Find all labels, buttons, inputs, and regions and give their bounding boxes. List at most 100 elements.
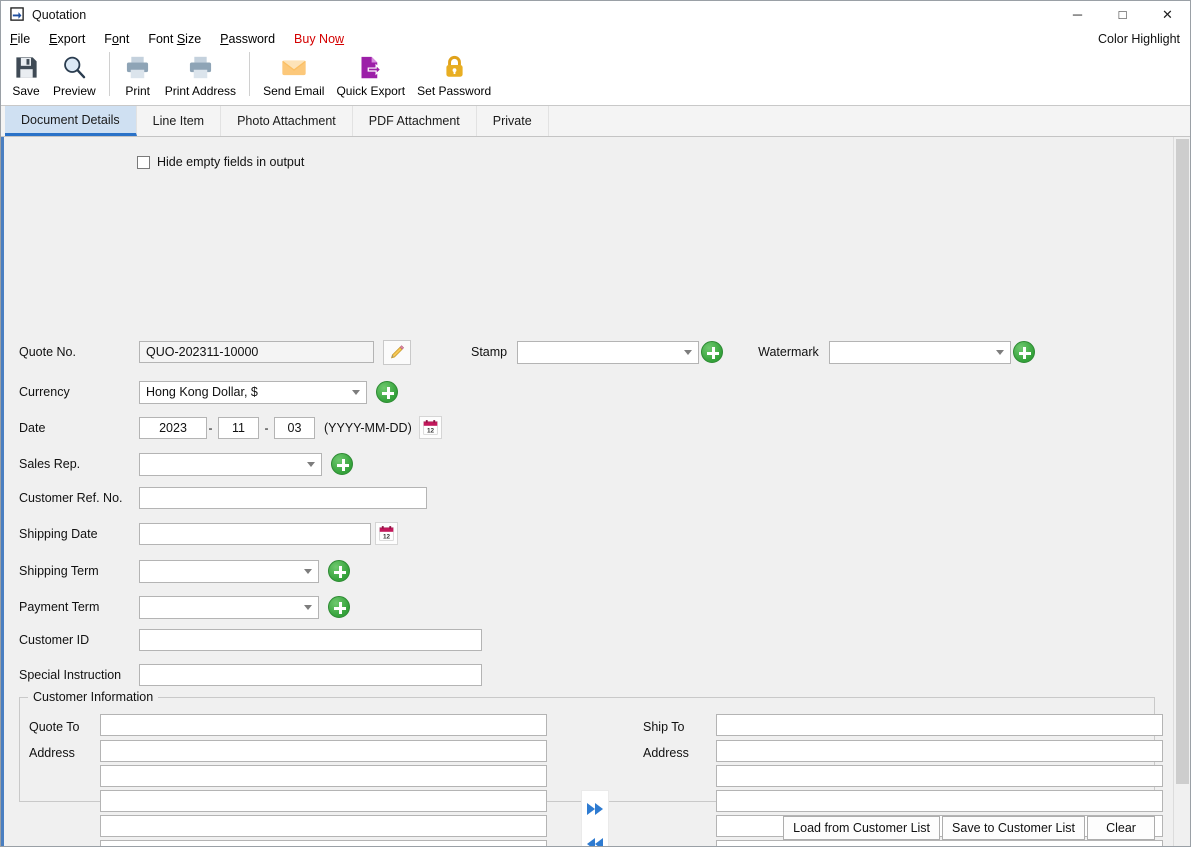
scrollbar-thumb[interactable] <box>1176 139 1189 784</box>
edit-quote-no-button[interactable] <box>383 339 411 365</box>
toolbar-quick-export-button[interactable]: Quick Export <box>330 49 411 98</box>
quote-to-address-line-4[interactable] <box>100 815 547 837</box>
shipping-date-label: Shipping Date <box>19 526 98 541</box>
quote-to-address-line-3[interactable] <box>100 790 547 812</box>
double-arrow-right-icon <box>587 802 595 815</box>
add-currency-button[interactable] <box>374 379 400 405</box>
tab-line-item[interactable]: Line Item <box>137 106 222 136</box>
toolbar-label: Set Password <box>417 84 492 98</box>
tab-document-details[interactable]: Document Details <box>5 106 137 136</box>
add-watermark-button[interactable] <box>1011 339 1037 365</box>
customer-id-row: Customer ID <box>19 629 482 651</box>
menu-buy-now[interactable]: Buy Now <box>294 32 354 46</box>
envelope-icon <box>280 52 308 82</box>
maximize-button[interactable]: □ <box>1100 1 1145 28</box>
vertical-scrollbar[interactable] <box>1173 137 1190 846</box>
menu-export[interactable]: Export <box>49 32 95 46</box>
quote-no-row: Quote No. QUO-202311-10000 Stamp Waterma… <box>19 339 1037 365</box>
date-month-input[interactable]: 11 <box>218 416 259 439</box>
payment-term-row: Payment Term <box>19 594 352 620</box>
date-picker-button[interactable]: 12 <box>418 416 442 439</box>
customer-id-label: Customer ID <box>19 633 90 647</box>
ship-to-name-input[interactable] <box>716 714 1163 736</box>
ship-to-address-line-1[interactable] <box>716 740 1163 762</box>
toolbar-label: Print Address <box>164 84 237 98</box>
toolbar-label: Quick Export <box>336 84 406 98</box>
color-highlight-label[interactable]: Color Highlight <box>1098 32 1180 46</box>
currency-value: Hong Kong Dollar, $ <box>146 385 258 399</box>
watermark-select[interactable] <box>828 340 1011 364</box>
ship-to-address-line-2[interactable] <box>716 765 1163 787</box>
copy-to-ship-to-button[interactable] <box>587 802 603 815</box>
tab-photo-attachment[interactable]: Photo Attachment <box>221 106 353 136</box>
quote-to-address-line-1[interactable] <box>100 740 547 762</box>
ship-to-address-line-5[interactable] <box>716 840 1163 846</box>
menu-font[interactable]: Font <box>104 32 139 46</box>
date-separator: - <box>208 420 213 435</box>
save-to-customer-list-button[interactable]: Save to Customer List <box>942 816 1085 840</box>
date-separator: - <box>264 420 269 435</box>
quote-to-address-line-5[interactable] <box>100 840 547 846</box>
tab-label: Document Details <box>21 112 120 127</box>
hide-empty-fields-label: Hide empty fields in output <box>157 155 305 169</box>
svg-text:12: 12 <box>383 534 391 541</box>
add-payment-term-button[interactable] <box>326 594 352 620</box>
sales-rep-select[interactable] <box>139 452 322 476</box>
shipping-date-picker-button[interactable]: 12 <box>375 522 398 545</box>
shipping-term-select[interactable] <box>139 559 319 583</box>
load-from-customer-list-button[interactable]: Load from Customer List <box>783 816 941 840</box>
tab-private[interactable]: Private <box>477 106 549 136</box>
toolbar-set-password-button[interactable]: Set Password <box>411 49 497 98</box>
quote-to-name-input[interactable] <box>100 714 547 736</box>
document-export-icon <box>357 52 384 82</box>
toolbar-separator <box>249 52 251 96</box>
toolbar-preview-button[interactable]: Preview <box>47 49 102 98</box>
clear-button[interactable]: Clear <box>1087 816 1155 840</box>
copy-to-quote-to-button[interactable] <box>587 837 603 846</box>
customer-id-input[interactable] <box>139 629 482 651</box>
toolbar: Save Preview Print Print Address Send Em… <box>1 49 1190 106</box>
quote-no-label: Quote No. <box>19 345 76 359</box>
date-year-input[interactable]: 2023 <box>139 416 207 439</box>
toolbar-send-email-button[interactable]: Send Email <box>257 49 330 98</box>
customer-information-legend: Customer Information <box>28 690 159 704</box>
plus-icon <box>1012 341 1035 363</box>
special-instruction-input[interactable] <box>139 664 482 686</box>
chevron-down-icon <box>304 604 312 610</box>
add-shipping-term-button[interactable] <box>326 558 352 584</box>
quote-to-label: Quote To <box>29 720 80 734</box>
payment-term-select[interactable] <box>139 595 319 619</box>
quote-to-address-line-2[interactable] <box>100 765 547 787</box>
menu-font-size[interactable]: Font Size <box>148 32 211 46</box>
add-sales-rep-button[interactable] <box>329 451 355 477</box>
close-button[interactable]: ✕ <box>1145 1 1190 28</box>
double-arrow-left-icon <box>587 837 595 846</box>
ship-to-address-line-3[interactable] <box>716 790 1163 812</box>
toolbar-print-button[interactable]: Print <box>117 49 159 98</box>
minimize-button[interactable]: ─ <box>1055 1 1100 28</box>
ship-to-label: Ship To <box>643 720 685 734</box>
tab-label: Line Item <box>152 114 205 128</box>
quote-no-input[interactable]: QUO-202311-10000 <box>139 341 374 363</box>
date-day-input[interactable]: 03 <box>274 416 315 439</box>
hide-empty-fields-checkbox[interactable] <box>137 155 150 169</box>
stamp-select[interactable] <box>517 340 700 364</box>
padlock-icon <box>441 52 468 82</box>
menu-password[interactable]: Password <box>220 32 285 46</box>
double-arrow-left-icon <box>595 837 603 846</box>
toolbar-print-address-button[interactable]: Print Address <box>159 49 242 98</box>
chevron-down-icon <box>684 349 693 355</box>
tab-bar: Document Details Line Item Photo Attachm… <box>1 106 1190 137</box>
toolbar-save-button[interactable]: Save <box>5 49 47 98</box>
printer-icon <box>124 52 151 82</box>
shipping-date-input[interactable] <box>139 522 371 545</box>
customer-ref-no-label: Customer Ref. No. <box>19 491 123 505</box>
menu-file[interactable]: File <box>10 32 40 46</box>
tab-pdf-attachment[interactable]: PDF Attachment <box>353 106 477 136</box>
watermark-label: Watermark <box>758 345 819 359</box>
add-stamp-button[interactable] <box>699 339 725 365</box>
currency-select[interactable]: Hong Kong Dollar, $ <box>139 380 367 404</box>
hide-empty-fields-row[interactable]: Hide empty fields in output <box>137 155 1173 169</box>
shipping-term-row: Shipping Term <box>19 558 352 584</box>
customer-ref-no-input[interactable] <box>139 487 427 509</box>
